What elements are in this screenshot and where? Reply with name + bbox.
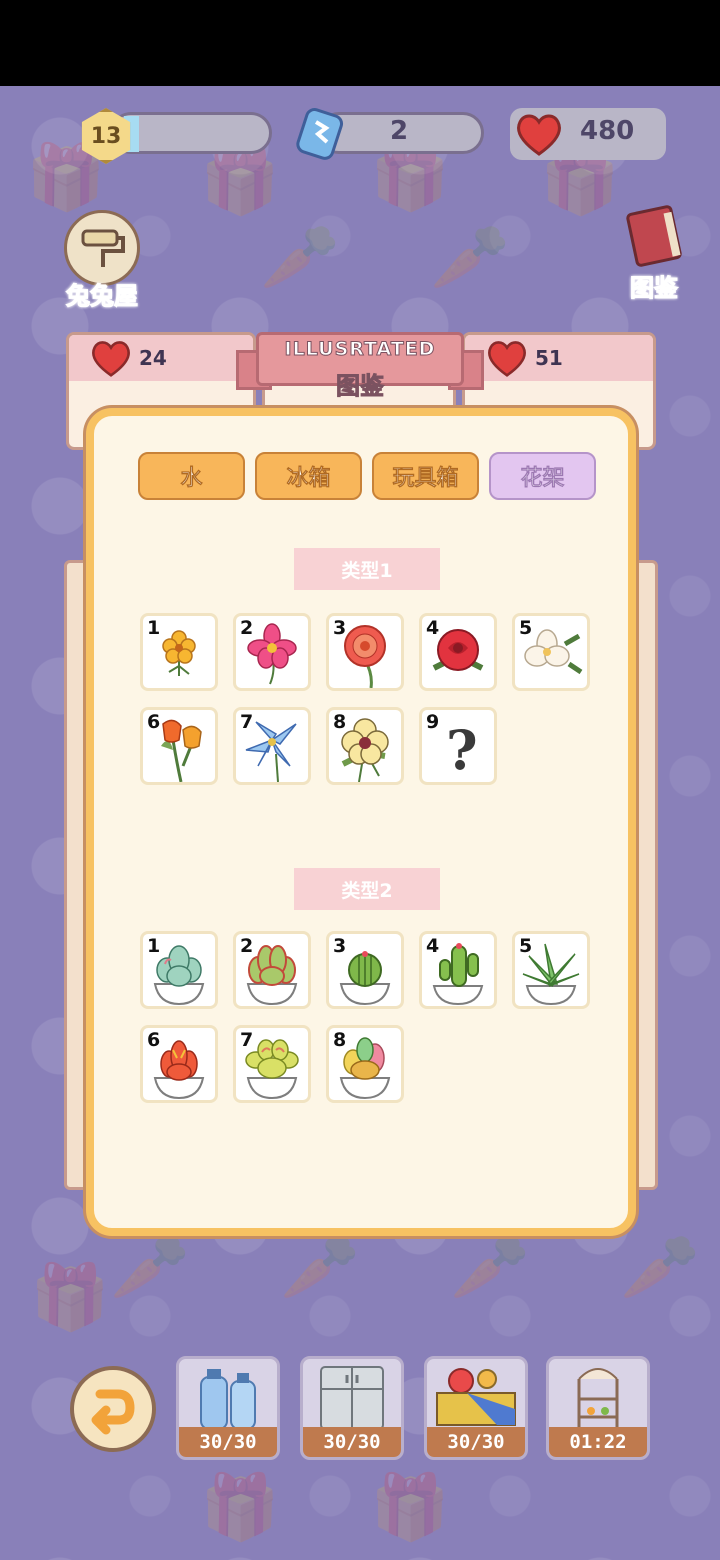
item-number: 5 [519, 935, 533, 957]
item-number: 1 [147, 617, 161, 639]
toy-box-slot[interactable]: 30/30 [424, 1356, 528, 1460]
fridge-slot[interactable]: 30/30 [300, 1356, 404, 1460]
bunny-house-label: 兔兔屋 [66, 282, 139, 311]
item-number: 2 [240, 935, 254, 957]
item-number: 8 [333, 711, 347, 733]
encyclopedia-label: 图鉴 [630, 274, 679, 303]
paint-roller-icon [64, 210, 140, 286]
locked-collection-item[interactable]: ? 9 [419, 707, 497, 785]
ribbon-title-english: ILLUSRTATED [284, 338, 436, 361]
card-heart-count: 24 [139, 346, 167, 370]
tab-toy-box[interactable]: 玩具箱 [372, 452, 479, 500]
item-number: 3 [333, 617, 347, 639]
background-list-edge [636, 560, 658, 1190]
item-number: 1 [147, 935, 161, 957]
carrot-pattern-icon: 🥕 [110, 1231, 190, 1305]
category-tabs: 水 冰箱 玩具箱 花架 [138, 452, 596, 500]
collection-item[interactable]: 1 [140, 613, 218, 691]
flower-shelf-icon [577, 1368, 619, 1429]
item-number: 7 [240, 711, 254, 733]
question-mark-icon: ? [446, 718, 478, 782]
collection-item[interactable]: 5 [512, 613, 590, 691]
item-number: 3 [333, 935, 347, 957]
encyclopedia-ribbon: ILLUSRTATED 图鉴 [232, 330, 488, 401]
carrot-pattern-icon: 🥕 [260, 221, 340, 295]
item-number: 2 [240, 617, 254, 639]
collection-item[interactable]: 8 [326, 707, 404, 785]
carrot-pattern-icon: 🥕 [430, 221, 510, 295]
collection-item[interactable]: 2 [233, 613, 311, 691]
collection-item[interactable]: 7 [233, 707, 311, 785]
return-arrow-icon [91, 1389, 135, 1435]
collection-item[interactable]: 3 [326, 931, 404, 1009]
collection-item[interactable]: 1 [140, 931, 218, 1009]
tab-fridge[interactable]: 冰箱 [255, 452, 362, 500]
collection-item[interactable]: 4 [419, 613, 497, 691]
flower-shelf-slot[interactable]: 01:22 [546, 1356, 650, 1460]
carrot-pattern-icon: 🥕 [280, 1231, 360, 1305]
back-button[interactable] [70, 1366, 156, 1452]
heart-icon [514, 112, 564, 156]
gift-pattern-icon: 🎁 [370, 1471, 450, 1545]
item-number: 5 [519, 617, 533, 639]
section-title: 类型2 [294, 868, 440, 910]
succulent-grid: 1 2 3 4 5 6 7 8 [140, 931, 590, 1103]
collection-item[interactable]: 6 [140, 1025, 218, 1103]
toy-box-slot-count: 30/30 [427, 1427, 525, 1457]
item-number: 4 [426, 935, 440, 957]
gift-pattern-icon: 🎁 [200, 145, 280, 219]
tab-water[interactable]: 水 [138, 452, 245, 500]
carrot-pattern-icon: 🥕 [620, 1231, 700, 1305]
collection-item[interactable]: 5 [512, 931, 590, 1009]
item-number: 9 [426, 711, 440, 733]
gift-pattern-icon: 🎁 [30, 1261, 110, 1335]
encyclopedia-panel: 水 冰箱 玩具箱 花架 类型1 1 2 3 4 5 6 7 8 ? 9 类型2 … [86, 408, 636, 1236]
background-list-edge [64, 560, 86, 1190]
toy-box-icon [436, 1368, 516, 1426]
collection-item[interactable]: 6 [140, 707, 218, 785]
collection-item[interactable]: 2 [233, 931, 311, 1009]
item-number: 7 [240, 1029, 254, 1051]
fridge-slot-count: 30/30 [303, 1427, 401, 1457]
item-number: 8 [333, 1029, 347, 1051]
gift-pattern-icon: 🎁 [200, 1471, 280, 1545]
water-bottles-icon [200, 1369, 256, 1430]
flower-grid: 1 2 3 4 5 6 7 8 ? 9 [140, 613, 590, 785]
item-number: 4 [426, 617, 440, 639]
carrot-pattern-icon: 🥕 [450, 1231, 530, 1305]
system-status-bar [0, 0, 720, 86]
heart-icon [487, 341, 527, 377]
level-value: 13 [90, 123, 122, 149]
gift-pattern-icon: 🎁 [370, 141, 450, 215]
card-heart-count: 51 [535, 346, 563, 370]
item-number: 6 [147, 711, 161, 733]
section-title: 类型1 [294, 548, 440, 590]
encyclopedia-button[interactable]: 图鉴 [614, 204, 694, 303]
item-number: 6 [147, 1029, 161, 1051]
ribbon-title-chinese: 图鉴 [336, 372, 385, 401]
ticket-count: 2 [390, 116, 409, 146]
heart-count: 480 [580, 116, 635, 146]
collection-item[interactable]: 7 [233, 1025, 311, 1103]
bunny-house-button[interactable]: 兔兔屋 [60, 210, 144, 311]
book-icon [622, 204, 686, 268]
collection-item[interactable]: 3 [326, 613, 404, 691]
water-slot-count: 30/30 [179, 1427, 277, 1457]
collection-item[interactable]: 8 [326, 1025, 404, 1103]
collection-item[interactable]: 4 [419, 931, 497, 1009]
ticket-icon [294, 106, 346, 160]
heart-icon [91, 341, 131, 377]
flower-shelf-timer: 01:22 [549, 1427, 647, 1457]
tab-flower-shelf[interactable]: 花架 [489, 452, 596, 500]
water-slot[interactable]: 30/30 [176, 1356, 280, 1460]
fridge-icon [320, 1366, 384, 1430]
